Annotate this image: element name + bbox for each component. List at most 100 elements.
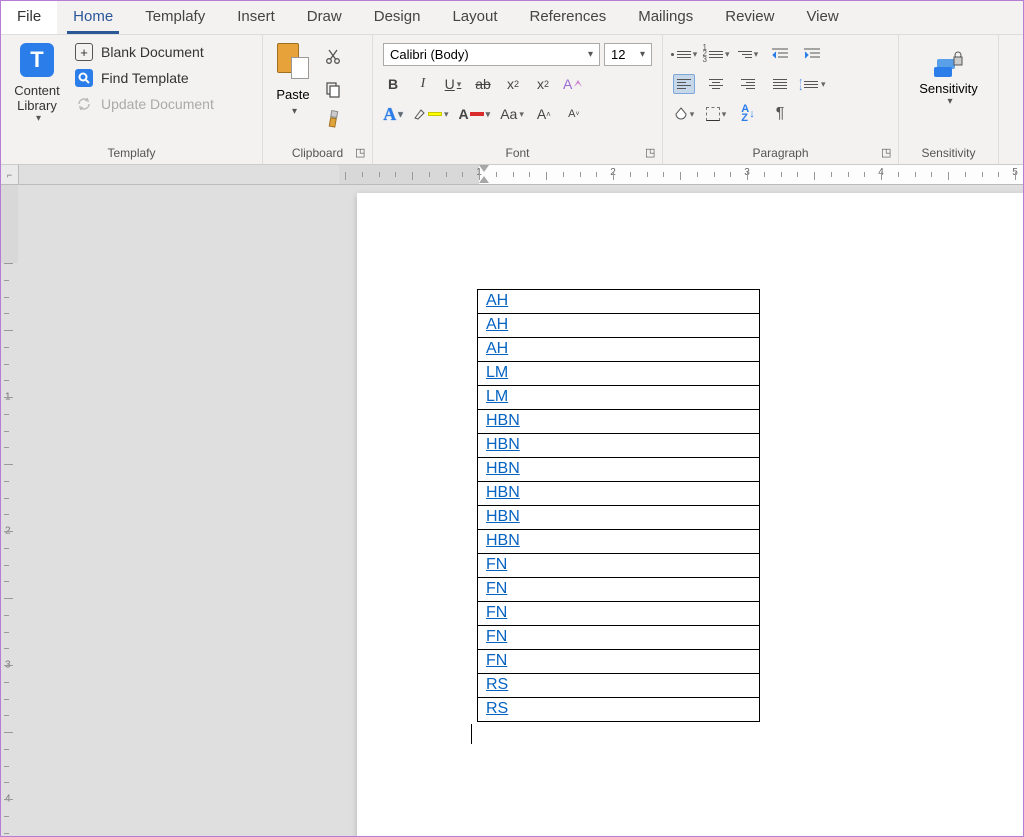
table-row[interactable]: LM	[478, 362, 760, 386]
multilevel-list-button[interactable]: ▾	[737, 44, 759, 64]
highlight-button[interactable]: ▾	[413, 104, 449, 124]
clipboard-dialog-launcher[interactable]: ◳	[355, 146, 367, 158]
format-painter-button[interactable]	[319, 107, 347, 135]
align-right-button[interactable]	[737, 74, 759, 94]
find-template-button[interactable]: Find Template	[75, 69, 214, 87]
bold-button[interactable]: B	[383, 74, 403, 94]
table-row[interactable]: RS	[478, 698, 760, 722]
document-canvas[interactable]: AH AH AH LM LM HBN HBN HBN HBN HBN HBN FN FN FN FN FN RS…	[19, 185, 1023, 836]
plus-icon: +	[75, 43, 93, 61]
tab-insert[interactable]: Insert	[221, 1, 291, 34]
table-row[interactable]: HBN	[478, 482, 760, 506]
numbering-button[interactable]: 123 ▾	[705, 44, 727, 64]
tab-draw[interactable]: Draw	[291, 1, 358, 34]
hyperlink-cell[interactable]: FN	[486, 556, 507, 573]
document-table[interactable]: AH AH AH LM LM HBN HBN HBN HBN HBN HBN FN FN FN FN FN RS…	[477, 289, 760, 722]
table-row[interactable]: LM	[478, 386, 760, 410]
hyperlink-cell[interactable]: RS	[486, 700, 508, 717]
table-row[interactable]: HBN	[478, 458, 760, 482]
hyperlink-cell[interactable]: HBN	[486, 508, 520, 525]
table-row[interactable]: FN	[478, 602, 760, 626]
hyperlink-cell[interactable]: FN	[486, 604, 507, 621]
table-row[interactable]: HBN	[478, 530, 760, 554]
hyperlink-cell[interactable]: AH	[486, 292, 508, 309]
hyperlink-cell[interactable]: AH	[486, 316, 508, 333]
tab-view[interactable]: View	[790, 1, 854, 34]
tab-review[interactable]: Review	[709, 1, 790, 34]
tab-file[interactable]: File	[1, 1, 57, 34]
hyperlink-cell[interactable]: LM	[486, 364, 508, 381]
chevron-down-icon: ▾	[640, 49, 645, 60]
paragraph-dialog-launcher[interactable]: ◳	[881, 146, 893, 158]
paste-icon	[277, 43, 309, 79]
table-row[interactable]: FN	[478, 578, 760, 602]
font-color-button[interactable]: A▾	[459, 104, 491, 124]
hyperlink-cell[interactable]: RS	[486, 676, 508, 693]
underline-button[interactable]: U▾	[443, 74, 463, 94]
hyperlink-cell[interactable]: HBN	[486, 412, 520, 429]
font-name-value: Calibri (Body)	[390, 47, 469, 62]
font-name-dropdown[interactable]: Calibri (Body) ▾	[383, 43, 600, 66]
copy-button[interactable]	[323, 79, 343, 99]
document-area: ⌐ 1234 12345 AHAHAHLMLMHBNHBNHBNHBNHBNHB…	[1, 165, 1023, 836]
hyperlink-cell[interactable]: HBN	[486, 484, 520, 501]
chevron-down-icon: ▾	[36, 113, 41, 124]
tab-design[interactable]: Design	[358, 1, 437, 34]
subscript-button[interactable]: x2	[503, 74, 523, 94]
decrease-indent-button[interactable]	[769, 44, 791, 64]
tab-references[interactable]: References	[514, 1, 623, 34]
borders-button[interactable]: ▾	[705, 104, 727, 124]
grow-font-button[interactable]: A˄	[534, 104, 554, 124]
superscript-button[interactable]: x2	[533, 74, 553, 94]
tab-templafy[interactable]: Templafy	[129, 1, 221, 34]
table-row[interactable]: AH	[478, 290, 760, 314]
table-row[interactable]: HBN	[478, 434, 760, 458]
table-row[interactable]: FN	[478, 650, 760, 674]
cut-button[interactable]	[323, 47, 343, 67]
change-case-button[interactable]: Aa▾	[500, 104, 524, 124]
font-dialog-launcher[interactable]: ◳	[645, 146, 657, 158]
increase-indent-button[interactable]	[801, 44, 823, 64]
table-row[interactable]: RS	[478, 674, 760, 698]
hyperlink-cell[interactable]: FN	[486, 580, 507, 597]
hyperlink-cell[interactable]: AH	[486, 340, 508, 357]
shrink-font-button[interactable]: A˅	[564, 104, 584, 124]
content-library-label: Content Library	[7, 83, 67, 113]
table-row[interactable]: AH	[478, 314, 760, 338]
hyperlink-cell[interactable]: HBN	[486, 532, 520, 549]
tab-home[interactable]: Home	[57, 1, 129, 34]
table-row[interactable]: HBN	[478, 506, 760, 530]
horizontal-ruler[interactable]: 12345	[19, 165, 1023, 185]
text-cursor	[471, 724, 472, 744]
bullets-button[interactable]: ▾	[673, 44, 695, 64]
line-spacing-button[interactable]: ↑↓ ▾	[801, 74, 823, 94]
italic-button[interactable]: I	[413, 74, 433, 94]
table-row[interactable]: AH	[478, 338, 760, 362]
blank-document-button[interactable]: + Blank Document	[75, 43, 214, 61]
text-effects-button[interactable]: A▾	[383, 104, 403, 124]
group-paragraph: ▾ 123 ▾ ▾	[663, 35, 899, 164]
tab-mailings[interactable]: Mailings	[622, 1, 709, 34]
show-hide-button[interactable]: ¶	[769, 104, 791, 124]
hyperlink-cell[interactable]: FN	[486, 628, 507, 645]
clear-formatting-button[interactable]: A	[563, 74, 583, 94]
hyperlink-cell[interactable]: HBN	[486, 436, 520, 453]
justify-button[interactable]	[769, 74, 791, 94]
font-size-dropdown[interactable]: 12 ▾	[604, 43, 652, 66]
sort-button[interactable]: AZ↓	[737, 104, 759, 124]
align-center-button[interactable]	[705, 74, 727, 94]
hyperlink-cell[interactable]: LM	[486, 388, 508, 405]
sensitivity-label: Sensitivity	[919, 81, 978, 96]
group-label-font: Font	[373, 146, 662, 160]
hyperlink-cell[interactable]: FN	[486, 652, 507, 669]
shading-button[interactable]: ▾	[673, 104, 695, 124]
align-left-button[interactable]	[673, 74, 695, 94]
sensitivity-button[interactable]: Sensitivity ▾	[905, 39, 992, 107]
table-row[interactable]: FN	[478, 554, 760, 578]
strikethrough-button[interactable]: ab	[473, 74, 493, 94]
table-row[interactable]: HBN	[478, 410, 760, 434]
tab-layout[interactable]: Layout	[436, 1, 513, 34]
hyperlink-cell[interactable]: HBN	[486, 460, 520, 477]
chevron-down-icon: ▾	[947, 96, 952, 107]
table-row[interactable]: FN	[478, 626, 760, 650]
